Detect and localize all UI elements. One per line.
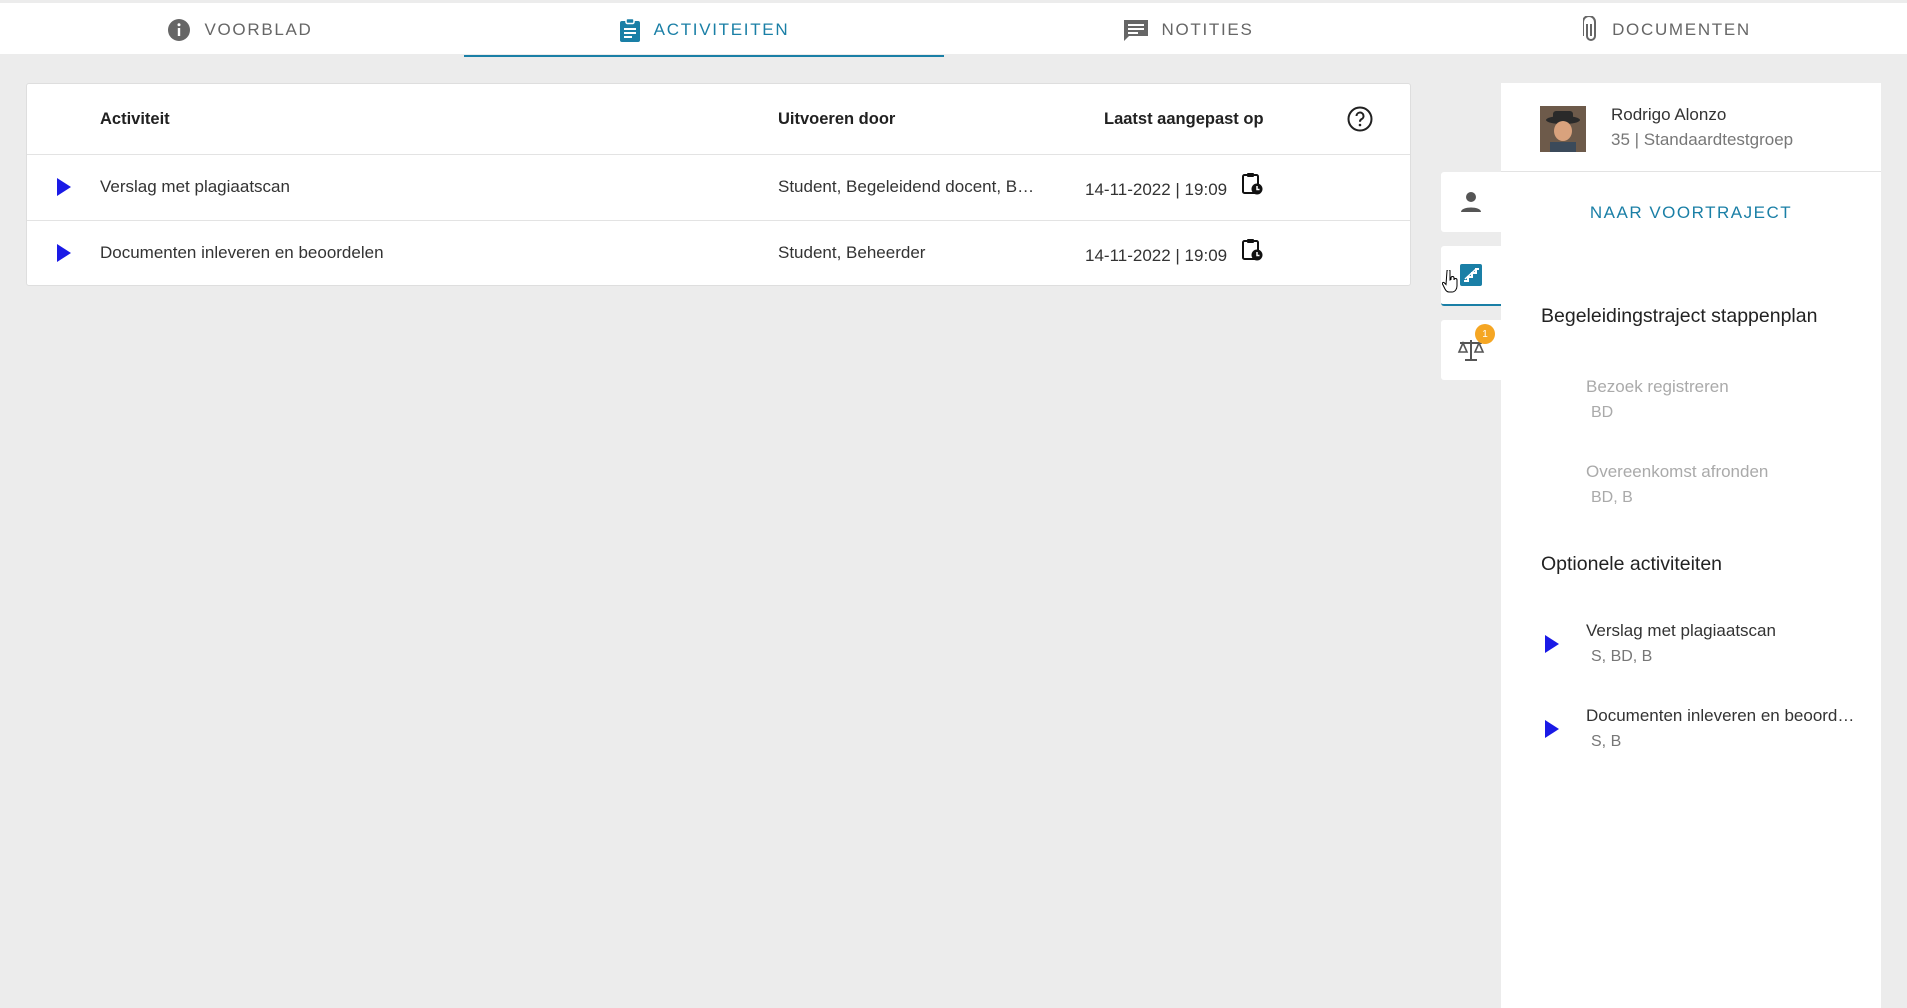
play-icon[interactable]	[57, 244, 71, 262]
row-uitvoeren-door: Student, Begeleidend docent, Beheerder	[778, 177, 1038, 196]
avatar	[1540, 106, 1586, 152]
paperclip-icon	[1583, 16, 1597, 41]
step-roles: S, B	[1591, 733, 1622, 750]
step-item: Overeenkomst afronden BD, B	[1586, 462, 1856, 507]
tab-notities-label: NOTITIES	[1161, 20, 1254, 39]
optional-step-item[interactable]: Verslag met plagiaatscan S, BD, B	[1586, 621, 1856, 666]
optional-step-item[interactable]: Documenten inleveren en beoordelen S, B	[1586, 706, 1856, 751]
step-roles: S, BD, B	[1591, 648, 1653, 665]
step-roles: BD, B	[1591, 489, 1633, 506]
user-header: Rodrigo Alonzo 35 | Standaardtestgroep	[1501, 83, 1881, 172]
table-row[interactable]: Verslag met plagiaatscan Student, Begele…	[27, 155, 1410, 221]
hand-cursor-icon	[1442, 270, 1458, 293]
step-roles: BD	[1591, 404, 1614, 421]
info-icon	[168, 19, 191, 41]
tab-voorblad-label: VOORBLAD	[204, 20, 313, 39]
row-uitvoeren-door: Student, Beheerder	[778, 243, 926, 262]
step-item: Bezoek registreren BD	[1586, 377, 1856, 422]
step-title: Overeenkomst afronden	[1586, 462, 1769, 481]
tab-activiteiten-label: ACTIVITEITEN	[653, 20, 790, 39]
step-title: Documenten inleveren en beoordelen	[1586, 706, 1856, 725]
tab-notities[interactable]: NOTITIES	[948, 3, 1428, 57]
person-icon	[1461, 192, 1481, 212]
notification-badge: 1	[1475, 324, 1495, 344]
step-title: Verslag met plagiaatscan	[1586, 621, 1776, 640]
clipboard-icon	[619, 18, 640, 42]
tab-activiteiten[interactable]: ACTIVITEITEN	[464, 3, 944, 57]
stairs-icon	[1460, 264, 1482, 286]
header-laatst-aangepast: Laatst aangepast op	[1104, 110, 1264, 128]
row-activiteit: Documenten inleveren en beoordelen	[100, 243, 384, 262]
naar-voortraject-button[interactable]: NAAR VOORTRAJECT	[1501, 203, 1881, 223]
clipboard-clock-icon[interactable]	[1242, 172, 1264, 196]
activities-table: Activiteit Uitvoeren door Laatst aangepa…	[26, 83, 1411, 286]
side-tab-person[interactable]	[1441, 172, 1501, 232]
header-activiteit: Activiteit	[100, 110, 170, 128]
play-icon[interactable]	[1545, 635, 1559, 653]
table-header: Activiteit Uitvoeren door Laatst aangepa…	[27, 84, 1410, 155]
notes-icon	[1123, 20, 1148, 41]
user-name: Rodrigo Alonzo	[1611, 105, 1727, 124]
table-row[interactable]: Documenten inleveren en beoordelen Stude…	[27, 221, 1410, 287]
header-uitvoeren-door: Uitvoeren door	[778, 110, 896, 128]
user-group: 35 | Standaardtestgroep	[1611, 130, 1794, 149]
section-optionele-title: Optionele activiteiten	[1541, 553, 1723, 575]
side-tab-scales[interactable]: 1	[1441, 320, 1501, 380]
clipboard-clock-icon[interactable]	[1242, 238, 1264, 262]
help-icon[interactable]	[1347, 106, 1373, 132]
row-datum: 14-11-2022 | 19:09	[1085, 246, 1228, 265]
play-icon[interactable]	[57, 178, 71, 196]
tab-documenten-label: DOCUMENTEN	[1612, 20, 1751, 39]
tab-voorblad[interactable]: VOORBLAD	[0, 3, 480, 57]
right-panel: Rodrigo Alonzo 35 | Standaardtestgroep N…	[1501, 83, 1881, 1008]
top-tab-bar: VOORBLAD ACTIVITEITEN NOTITIES DOCUMENTE…	[0, 0, 1907, 57]
tab-documenten[interactable]: DOCUMENTEN	[1427, 3, 1907, 57]
step-title: Bezoek registreren	[1586, 377, 1729, 396]
section-stappenplan-title: Begeleidingstraject stappenplan	[1541, 305, 1818, 327]
row-datum: 14-11-2022 | 19:09	[1085, 180, 1228, 199]
row-activiteit: Verslag met plagiaatscan	[100, 177, 290, 196]
play-icon[interactable]	[1545, 720, 1559, 738]
